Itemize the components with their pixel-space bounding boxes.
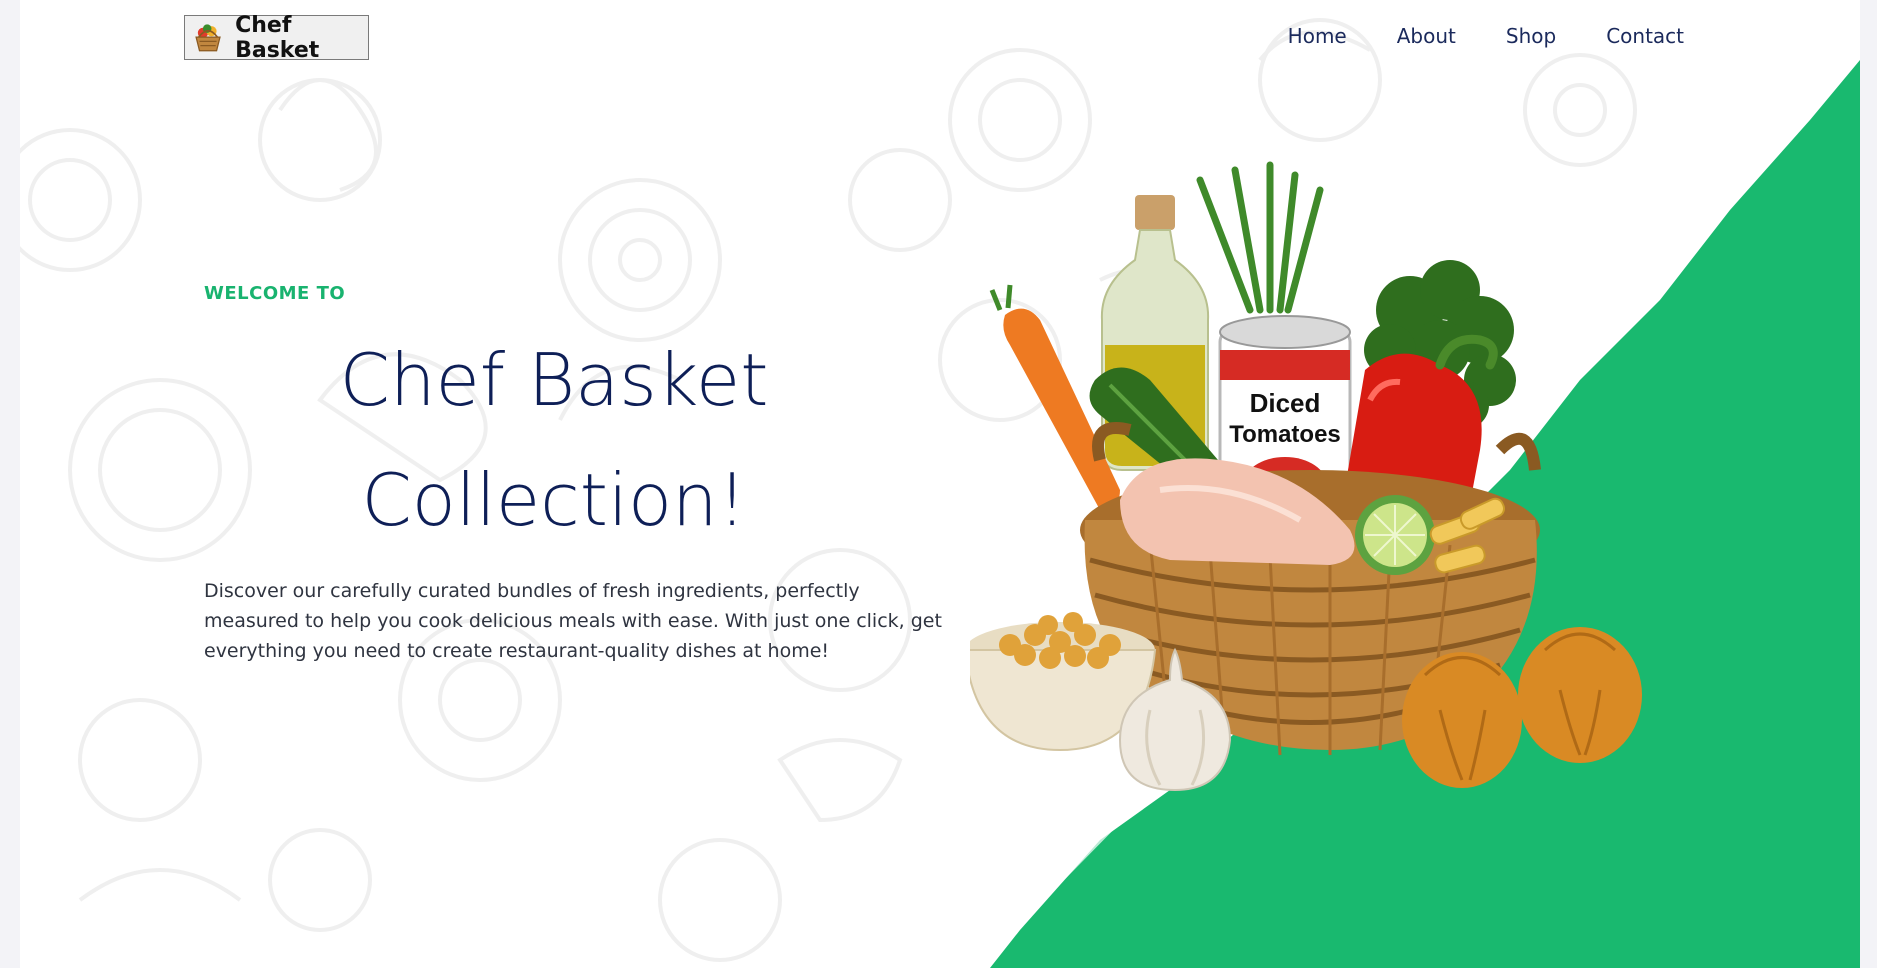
page: Chef Basket Home About Shop Contact WELC…: [20, 0, 1860, 968]
green-onions-icon: [1196, 161, 1324, 314]
hero-title-line-2: Collection!: [361, 458, 747, 542]
hero-title-line-1: Chef Basket: [339, 338, 769, 422]
nav-shop-link[interactable]: Shop: [1506, 24, 1556, 48]
grocery-basket-image: Diced Tomatoes: [970, 161, 1642, 792]
basket-logo-icon: [195, 23, 221, 51]
can-label-line-2: Tomatoes: [1229, 421, 1341, 448]
brand-logo-button[interactable]: Chef Basket: [184, 12, 369, 63]
hero-title: Chef Basket Collection!: [204, 320, 904, 560]
brand-name: Chef Basket: [235, 12, 320, 63]
lime-icon: [1355, 495, 1435, 575]
can-label-line-1: Diced: [1250, 388, 1321, 418]
nav-contact-link[interactable]: Contact: [1606, 24, 1684, 48]
main-nav: Home About Shop Contact: [1288, 24, 1684, 48]
hero-description: Discover our carefully curated bundles o…: [204, 580, 942, 662]
nav-home-link[interactable]: Home: [1288, 24, 1347, 48]
nav-about-link[interactable]: About: [1397, 24, 1456, 48]
hero-eyebrow: WELCOME TO: [204, 283, 346, 304]
